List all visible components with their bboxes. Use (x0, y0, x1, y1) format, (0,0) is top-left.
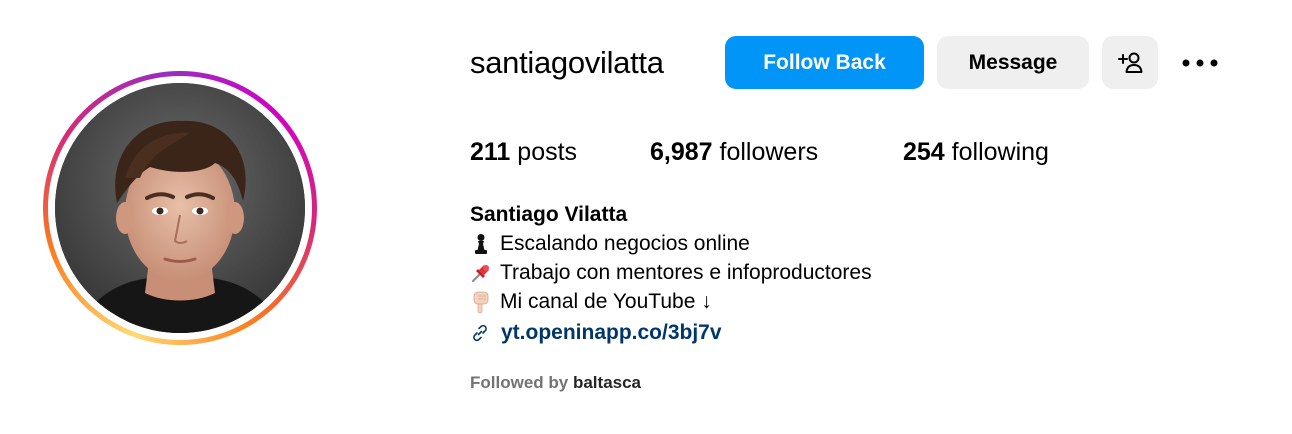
followed-by-user[interactable]: baltasca (573, 373, 641, 392)
bio-line: Mi canal de YouTube ↓ (470, 287, 872, 316)
avatar[interactable] (55, 83, 305, 333)
add-user-button[interactable] (1102, 36, 1158, 89)
chess-pawn-icon (470, 232, 492, 256)
bio-link-text[interactable]: yt.openinapp.co/3bj7v (501, 318, 722, 347)
add-user-icon (1118, 52, 1143, 73)
more-options-icon (1182, 59, 1218, 67)
display-name: Santiago Vilatta (470, 203, 628, 226)
follow-back-button[interactable]: Follow Back (725, 36, 924, 89)
bio-text: Mi canal de YouTube ↓ (500, 290, 712, 313)
pushpin-icon (470, 261, 492, 285)
pointing-down-hand-icon (470, 290, 492, 314)
followed-by-prefix: Followed by (470, 373, 569, 392)
bio-link[interactable]: yt.openinapp.co/3bj7v (470, 318, 872, 347)
story-ring[interactable] (43, 71, 317, 345)
avatar-gap (48, 76, 312, 340)
posts-stat: 211 posts (470, 136, 577, 168)
username: santiagovilatta (470, 45, 664, 80)
more-options-button[interactable] (1178, 48, 1222, 78)
profile-header: santiagovilatta Follow Back Message 211 … (0, 0, 1292, 434)
bio-text: Trabajo con mentores e infoproductores (500, 261, 872, 284)
following-count: 254 (903, 138, 945, 166)
followers-label: followers (719, 138, 819, 166)
bio-text: Escalando negocios online (500, 232, 750, 255)
posts-label: posts (517, 138, 578, 166)
following-stat[interactable]: 254 following (903, 136, 1049, 168)
message-button[interactable]: Message (937, 36, 1089, 89)
followers-stat[interactable]: 6,987 followers (650, 136, 818, 168)
followed-by: Followed by baltasca (470, 372, 641, 394)
followers-count: 6,987 (650, 138, 713, 166)
bio-line: Escalando negocios online (470, 229, 872, 258)
avatar-photo (55, 83, 305, 333)
following-label: following (951, 138, 1049, 166)
posts-count: 211 (470, 138, 511, 166)
bio: Santiago Vilatta Escalando negocios onli… (470, 200, 872, 347)
bio-line: Trabajo con mentores e infoproductores (470, 258, 872, 287)
link-icon (470, 323, 490, 343)
